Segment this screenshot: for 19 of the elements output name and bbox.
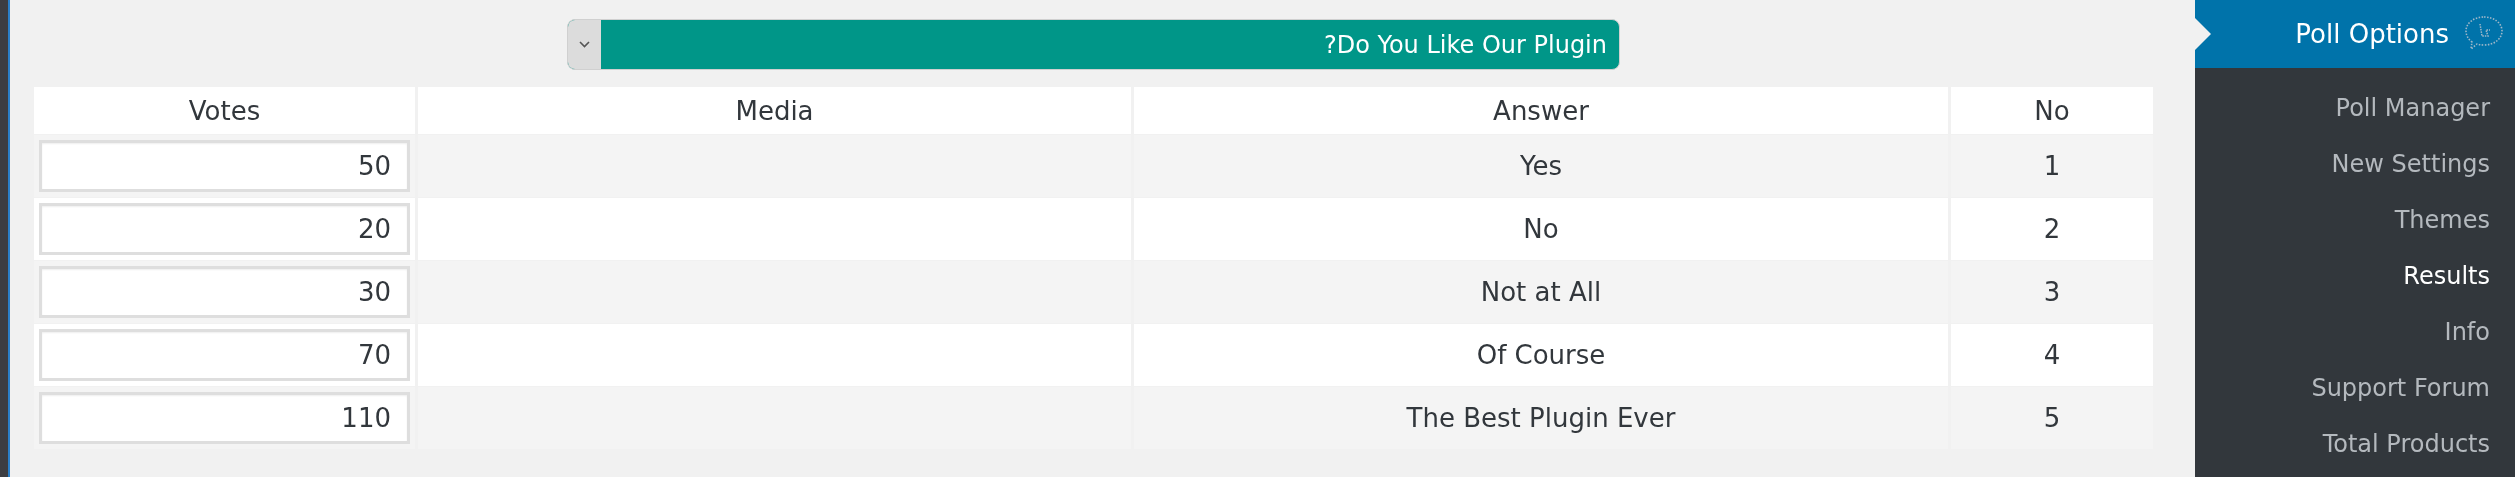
caret-icon [568,20,601,69]
answer-cell: The Best Plugin Ever [1131,387,1948,449]
votes-field[interactable]: 70 [39,329,410,381]
votes-field[interactable]: 20 [39,203,410,255]
sidebar-item[interactable]: Support Forum [2311,374,2490,402]
sidebar-item[interactable]: Themes [2394,206,2490,234]
votes-field[interactable]: 50 [39,140,410,192]
votes-field[interactable]: 110 [39,392,410,444]
sidebar-item[interactable]: Poll Manager [2335,94,2490,122]
column-header: Votes [187,94,262,128]
menu-pointer [2195,18,2211,50]
number-cell: 5 [1948,387,2153,449]
sidebar-item[interactable]: Info [2444,318,2490,346]
sidebar-item[interactable]: Total Products [2322,430,2490,458]
sidebar-item[interactable]: Results [2403,262,2490,290]
votes-field[interactable]: 30 [39,266,410,318]
sidebar-item[interactable]: New Settings [2331,150,2490,178]
poll-options-menu-item[interactable]: Poll Options [2195,0,2515,68]
question-dropdown[interactable]: ?Do You Like Our Plugin [567,19,1620,70]
